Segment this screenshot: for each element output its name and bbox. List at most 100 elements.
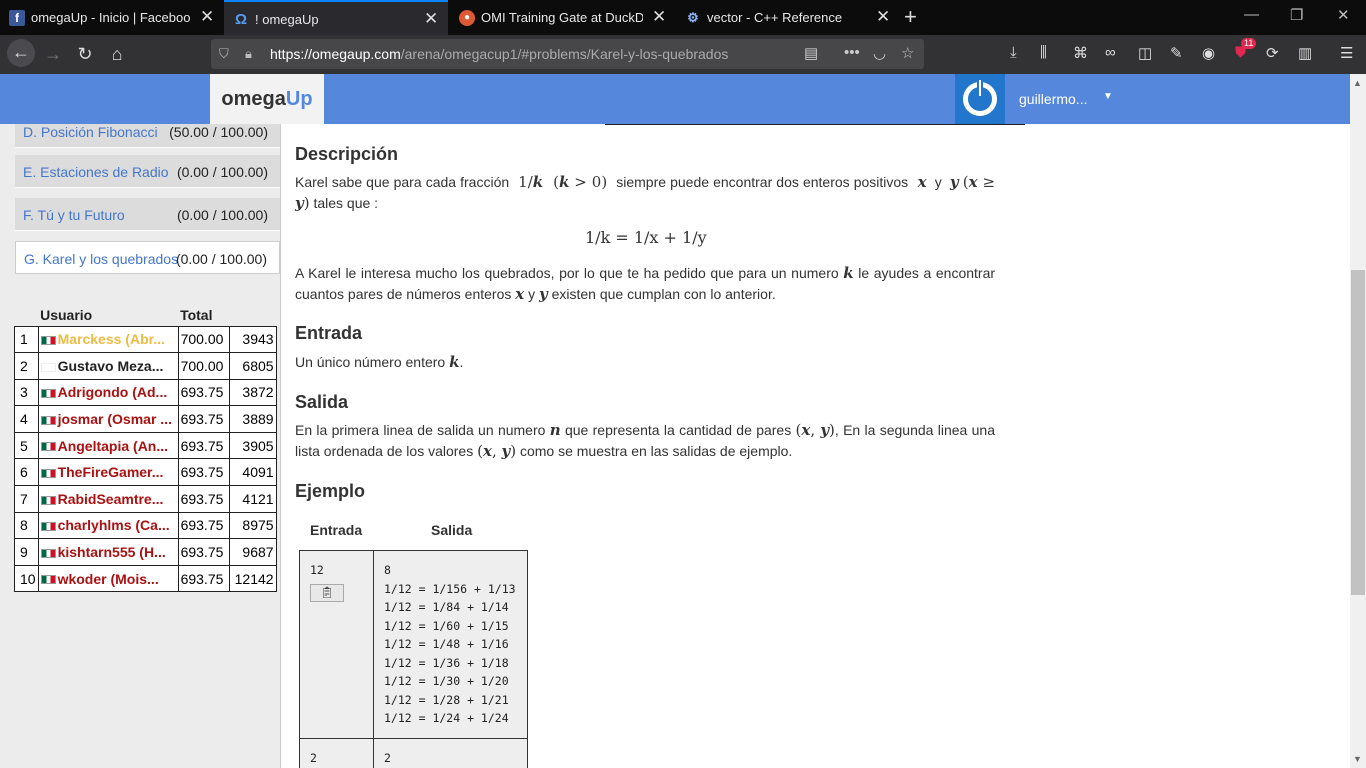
scoreboard-row: 3 Adrigondo (Ad... 693.75 3872: [14, 378, 277, 407]
user-cell[interactable]: charlyhlms (Ca...: [37, 511, 179, 540]
username-menu[interactable]: guillermo...: [1019, 91, 1087, 107]
close-tab-icon[interactable]: ✕: [876, 7, 890, 27]
reading-list-icon[interactable]: ▥: [1298, 44, 1312, 62]
flag-icon: [40, 389, 56, 399]
pocket-icon[interactable]: ◡: [873, 44, 886, 62]
tab-cplusplus[interactable]: ⚙ vector - C++ Reference ✕: [676, 0, 900, 35]
total-cell: 693.75: [177, 405, 230, 433]
problem-item-f[interactable]: F. Tú y tu Futuro (0.00 / 100.00): [15, 198, 280, 231]
problem-item-g[interactable]: G. Karel y los quebrados (0.00 / 100.00): [15, 241, 280, 274]
penalty-cell: 3943: [228, 325, 277, 354]
user-cell[interactable]: Gustavo Meza...: [37, 352, 179, 380]
close-tab-icon[interactable]: ✕: [652, 7, 666, 27]
user-cell[interactable]: RabidSeamtre...: [37, 485, 179, 513]
user-cell[interactable]: Adrigondo (Ad...: [37, 378, 179, 407]
translate-icon[interactable]: ⌘: [1073, 44, 1088, 62]
scoreboard-row: 7 RabidSeamtre... 693.75 4121: [14, 485, 277, 513]
tab-omegaup[interactable]: Ω ! omegaUp ✕: [224, 0, 448, 35]
library-icon[interactable]: ⫼: [1040, 44, 1047, 61]
forward-arrow-icon[interactable]: →: [40, 41, 66, 67]
wrench-icon[interactable]: ✎: [1170, 44, 1183, 62]
extension-icon[interactable]: ∞: [1105, 44, 1116, 61]
column-header-total: Total: [180, 306, 213, 323]
logo-text: omega: [221, 88, 286, 110]
browser-tab-bar: f omegaUp - Inicio | Facebook ✕ Ω ! omeg…: [0, 0, 1366, 35]
rank-cell: 5: [14, 431, 39, 460]
back-arrow-icon[interactable]: ←: [7, 39, 35, 67]
scoreboard-row: 2 Gustavo Meza... 700.00 6805: [14, 352, 277, 380]
scoreboard-table: Usuario Total 1 Marckess (Abr... 700.00 394…: [14, 304, 277, 593]
example-input-text: 2: [310, 750, 317, 765]
penalty-cell: 3889: [228, 405, 277, 433]
tab-facebook[interactable]: f omegaUp - Inicio | Facebook ✕: [0, 0, 224, 35]
duckduckgo-icon: ●: [459, 10, 475, 26]
scroll-up-icon[interactable]: ▲: [1353, 78, 1362, 88]
example-output-text: 8 1/12 = 1/156 + 1/13 1/12 = 1/84 + 1/14…: [384, 563, 516, 725]
user-name: wkoder (Mois...: [57, 570, 159, 587]
user-name: Angeltapia (An...: [57, 437, 169, 454]
window-close-icon[interactable]: ✕: [1337, 6, 1350, 24]
user-cell[interactable]: Marckess (Abr...: [37, 325, 179, 354]
close-tab-icon[interactable]: ✕: [424, 9, 438, 29]
user-name: Gustavo Meza...: [57, 357, 164, 374]
description-paragraph-2: A Karel le interesa mucho los quebrados,…: [295, 264, 996, 303]
reload-icon[interactable]: ↻: [72, 41, 98, 67]
power-icon[interactable]: [955, 74, 1005, 124]
rank-cell: 10: [14, 564, 39, 593]
flag-icon: [40, 548, 56, 558]
page-actions-icon[interactable]: •••: [844, 44, 860, 61]
tab-duckduckgo[interactable]: ● OMI Training Gate at DuckDuck ✕: [450, 0, 674, 35]
account-icon[interactable]: ◉: [1202, 44, 1215, 62]
new-tab-plus-icon[interactable]: +: [904, 4, 917, 30]
close-tab-icon[interactable]: ✕: [200, 7, 214, 27]
bookmark-star-icon[interactable]: ☆: [901, 44, 914, 62]
download-icon[interactable]: ⤓: [1010, 44, 1017, 61]
input-description: Un único número entero k.: [295, 353, 464, 371]
total-cell: 700.00: [177, 352, 230, 380]
output-description: En la primera linea de salida un numero …: [295, 421, 996, 460]
scoreboard-row: 1 Marckess (Abr... 700.00 3943: [14, 325, 277, 354]
cplusplus-icon: ⚙: [687, 10, 699, 25]
user-cell[interactable]: josmar (Osmar ...: [37, 405, 179, 433]
reader-view-icon[interactable]: ▤: [804, 44, 818, 62]
rank-cell: 6: [14, 458, 39, 487]
browser-nav-bar: ← → ↻ ⌂ ⛉ 🔒︎ https://omegaup.com/arena/o…: [0, 35, 1366, 74]
user-cell[interactable]: wkoder (Mois...: [37, 564, 179, 593]
tab-title: omegaUp - Inicio | Facebook: [31, 10, 191, 25]
rank-cell: 3: [14, 378, 39, 407]
user-cell[interactable]: TheFireGamer...: [37, 458, 179, 487]
minimize-icon[interactable]: —: [1244, 6, 1259, 23]
user-name: TheFireGamer...: [57, 464, 164, 481]
flag-icon: [40, 575, 56, 585]
facebook-icon: f: [9, 10, 25, 26]
copy-clipboard-icon[interactable]: 📋︎: [310, 583, 344, 602]
scrollbar-thumb[interactable]: [1351, 270, 1365, 595]
restore-icon[interactable]: ❐: [1290, 6, 1303, 24]
home-icon[interactable]: ⌂: [104, 41, 130, 67]
problem-name: F. Tú y tu Futuro: [23, 207, 125, 223]
chevron-down-icon[interactable]: ▼: [1103, 91, 1113, 102]
site-header: omegaUp guillermo... ▼: [0, 74, 1350, 124]
sidebar-icon[interactable]: ◫: [1138, 44, 1152, 62]
user-cell[interactable]: Angeltapia (An...: [37, 431, 179, 460]
user-name: josmar (Osmar ...: [57, 411, 172, 428]
problem-name: G. Karel y los quebrados: [24, 251, 179, 267]
hamburger-menu-icon[interactable]: ☰: [1340, 44, 1353, 62]
url-bar[interactable]: ⛉ 🔒︎ https://omegaup.com/arena/omegacup1…: [211, 39, 924, 69]
penalty-cell: 6805: [228, 352, 277, 380]
problem-item-d[interactable]: D. Posición Fibonacci (50.00 / 100.00): [15, 124, 280, 148]
penalty-cell: 9687: [228, 538, 277, 566]
page-scrollbar[interactable]: ▲ ▼: [1350, 74, 1366, 768]
tracking-shield-icon[interactable]: ⛉: [219, 46, 229, 62]
penalty-cell: 4091: [228, 458, 277, 487]
problem-name: E. Estaciones de Radio: [23, 164, 169, 180]
sync-icon[interactable]: ⟳: [1266, 44, 1279, 62]
total-cell: 693.75: [177, 458, 230, 487]
problem-item-e[interactable]: E. Estaciones de Radio (0.00 / 100.00): [15, 155, 280, 188]
user-cell[interactable]: kishtarn555 (H...: [37, 538, 179, 566]
flag-icon: [40, 362, 56, 372]
scroll-down-icon[interactable]: ▼: [1353, 754, 1362, 764]
omegaup-logo[interactable]: omegaUp: [210, 74, 324, 124]
url-text[interactable]: https://omegaup.com/arena/omegacup1/#pro…: [270, 46, 728, 62]
lock-icon[interactable]: 🔒︎: [245, 46, 252, 62]
